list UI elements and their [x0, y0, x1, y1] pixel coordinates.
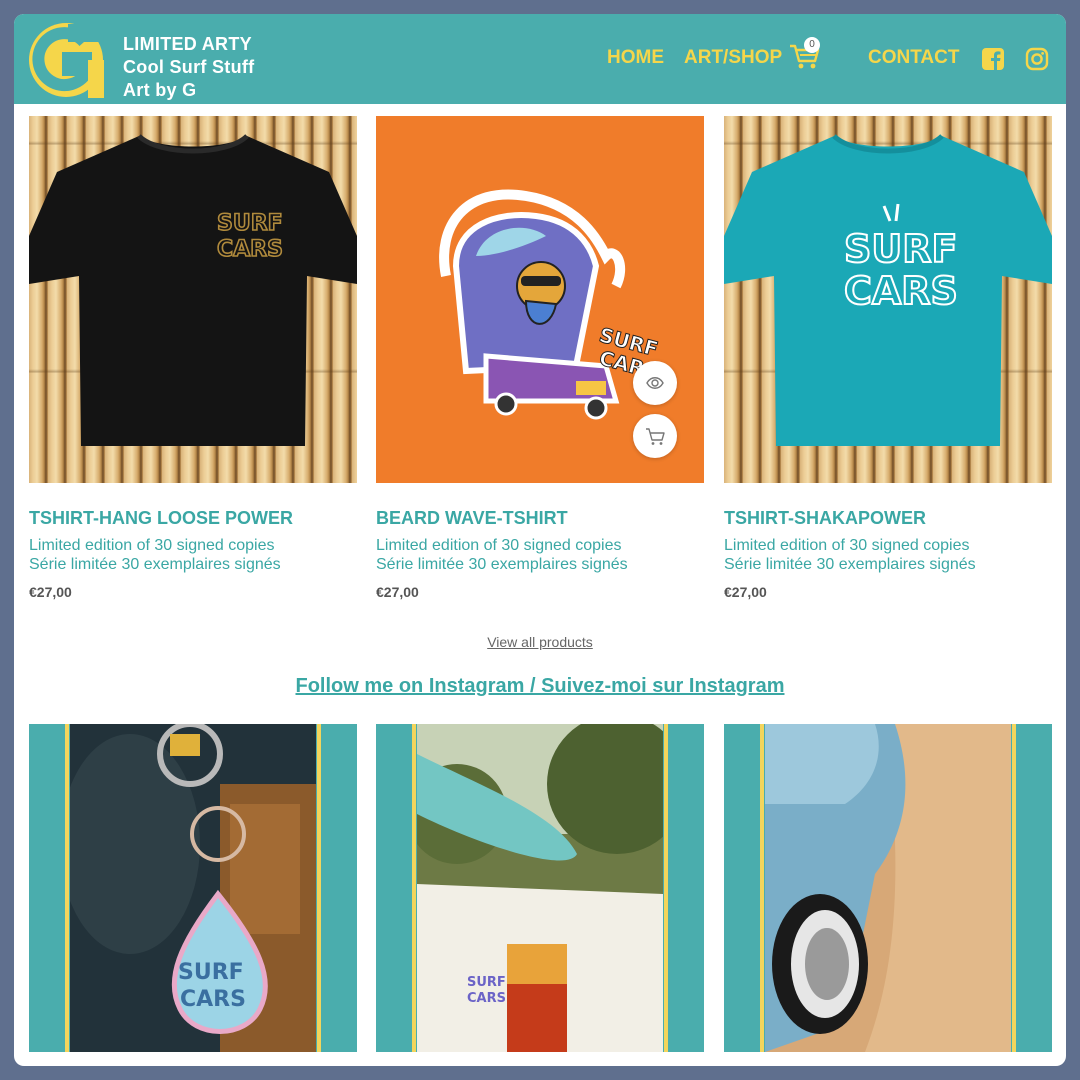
- nav-contact[interactable]: CONTACT: [868, 47, 959, 69]
- instagram-follow-link[interactable]: Follow me on Instagram / Suivez-moi sur …: [14, 675, 1066, 698]
- site-header: LIMITED ARTY Cool Surf Stuff Art by G HO…: [14, 14, 1066, 104]
- nav-artshop[interactable]: ART/SHOP: [684, 47, 782, 69]
- add-to-cart-button[interactable]: [633, 414, 677, 458]
- add-to-cart-icon: [646, 428, 665, 445]
- product-title[interactable]: BEARD WAVE-TSHIRT: [376, 508, 704, 529]
- tile-border: [412, 724, 416, 1052]
- print-surf: SURF: [178, 960, 244, 985]
- product-price: €27,00: [376, 584, 419, 600]
- brand-line-1: LIMITED ARTY: [123, 34, 252, 54]
- product-desc-en: Limited edition of 30 signed copies: [376, 537, 622, 554]
- product-image[interactable]: SURF CARS: [724, 116, 1052, 483]
- product-card[interactable]: SURF CARS TSHIRT-SHAKAPOWER Limited edit…: [724, 116, 1052, 600]
- cart-count-badge: 0: [804, 37, 820, 53]
- product-price: €27,00: [29, 584, 72, 600]
- product-image[interactable]: SURF CARS: [376, 116, 704, 483]
- product-desc-fr: Série limitée 30 exemplaires signés: [29, 556, 281, 573]
- view-all-products-link[interactable]: View all products: [14, 634, 1066, 650]
- keychain-photo: SURF CARS: [70, 724, 316, 1052]
- instagram-post-classic-car[interactable]: [724, 724, 1052, 1052]
- teal-tshirt-image: SURF CARS: [724, 134, 1052, 446]
- eye-icon: [646, 377, 664, 389]
- surfboard-car-photo: SURF CARS: [417, 724, 663, 1052]
- tile-border: [664, 724, 668, 1052]
- print-cars: CARS: [217, 237, 283, 262]
- facebook-icon[interactable]: [981, 47, 1005, 71]
- print-surf: SURF: [467, 975, 506, 990]
- tile-border: [65, 724, 69, 1052]
- tile-border: [760, 724, 764, 1052]
- product-card[interactable]: SURF CARS TSHIRT-HANG LOOSE POWER Limite…: [29, 116, 357, 600]
- print-surf: SURF: [217, 211, 283, 236]
- product-price: €27,00: [724, 584, 767, 600]
- print-cars: CARS: [844, 269, 958, 313]
- instagram-post-surfboard-car[interactable]: SURF CARS: [376, 724, 704, 1052]
- print-cars: CARS: [467, 991, 506, 1006]
- print-cars: CARS: [180, 987, 246, 1012]
- brand-line-3: Art by G: [123, 80, 197, 100]
- instagram-post-keychain[interactable]: SURF CARS: [29, 724, 357, 1052]
- nav-home[interactable]: HOME: [607, 47, 664, 69]
- quick-view-button[interactable]: [633, 361, 677, 405]
- product-desc-fr: Série limitée 30 exemplaires signés: [724, 556, 976, 573]
- classic-car-photo: [765, 724, 1011, 1052]
- site-logo[interactable]: [28, 20, 104, 98]
- product-image[interactable]: SURF CARS: [29, 116, 357, 483]
- tile-border: [1012, 724, 1016, 1052]
- product-desc-en: Limited edition of 30 signed copies: [724, 537, 970, 554]
- print-surf: SURF: [844, 227, 957, 271]
- instagram-icon[interactable]: [1025, 47, 1049, 71]
- product-desc-en: Limited edition of 30 signed copies: [29, 537, 275, 554]
- brand-text[interactable]: LIMITED ARTY Cool Surf Stuff Art by G: [123, 33, 254, 102]
- tile-border: [317, 724, 321, 1052]
- brand-line-2: Cool Surf Stuff: [123, 57, 255, 77]
- product-title[interactable]: TSHIRT-HANG LOOSE POWER: [29, 508, 357, 529]
- product-title[interactable]: TSHIRT-SHAKAPOWER: [724, 508, 1052, 529]
- product-card[interactable]: SURF CARS BEARD WAVE-TSHIRT Limited edit…: [376, 116, 704, 600]
- page-frame: LIMITED ARTY Cool Surf Stuff Art by G HO…: [14, 14, 1066, 1066]
- product-desc-fr: Série limitée 30 exemplaires signés: [376, 556, 628, 573]
- black-tshirt-image: SURF CARS: [29, 134, 357, 446]
